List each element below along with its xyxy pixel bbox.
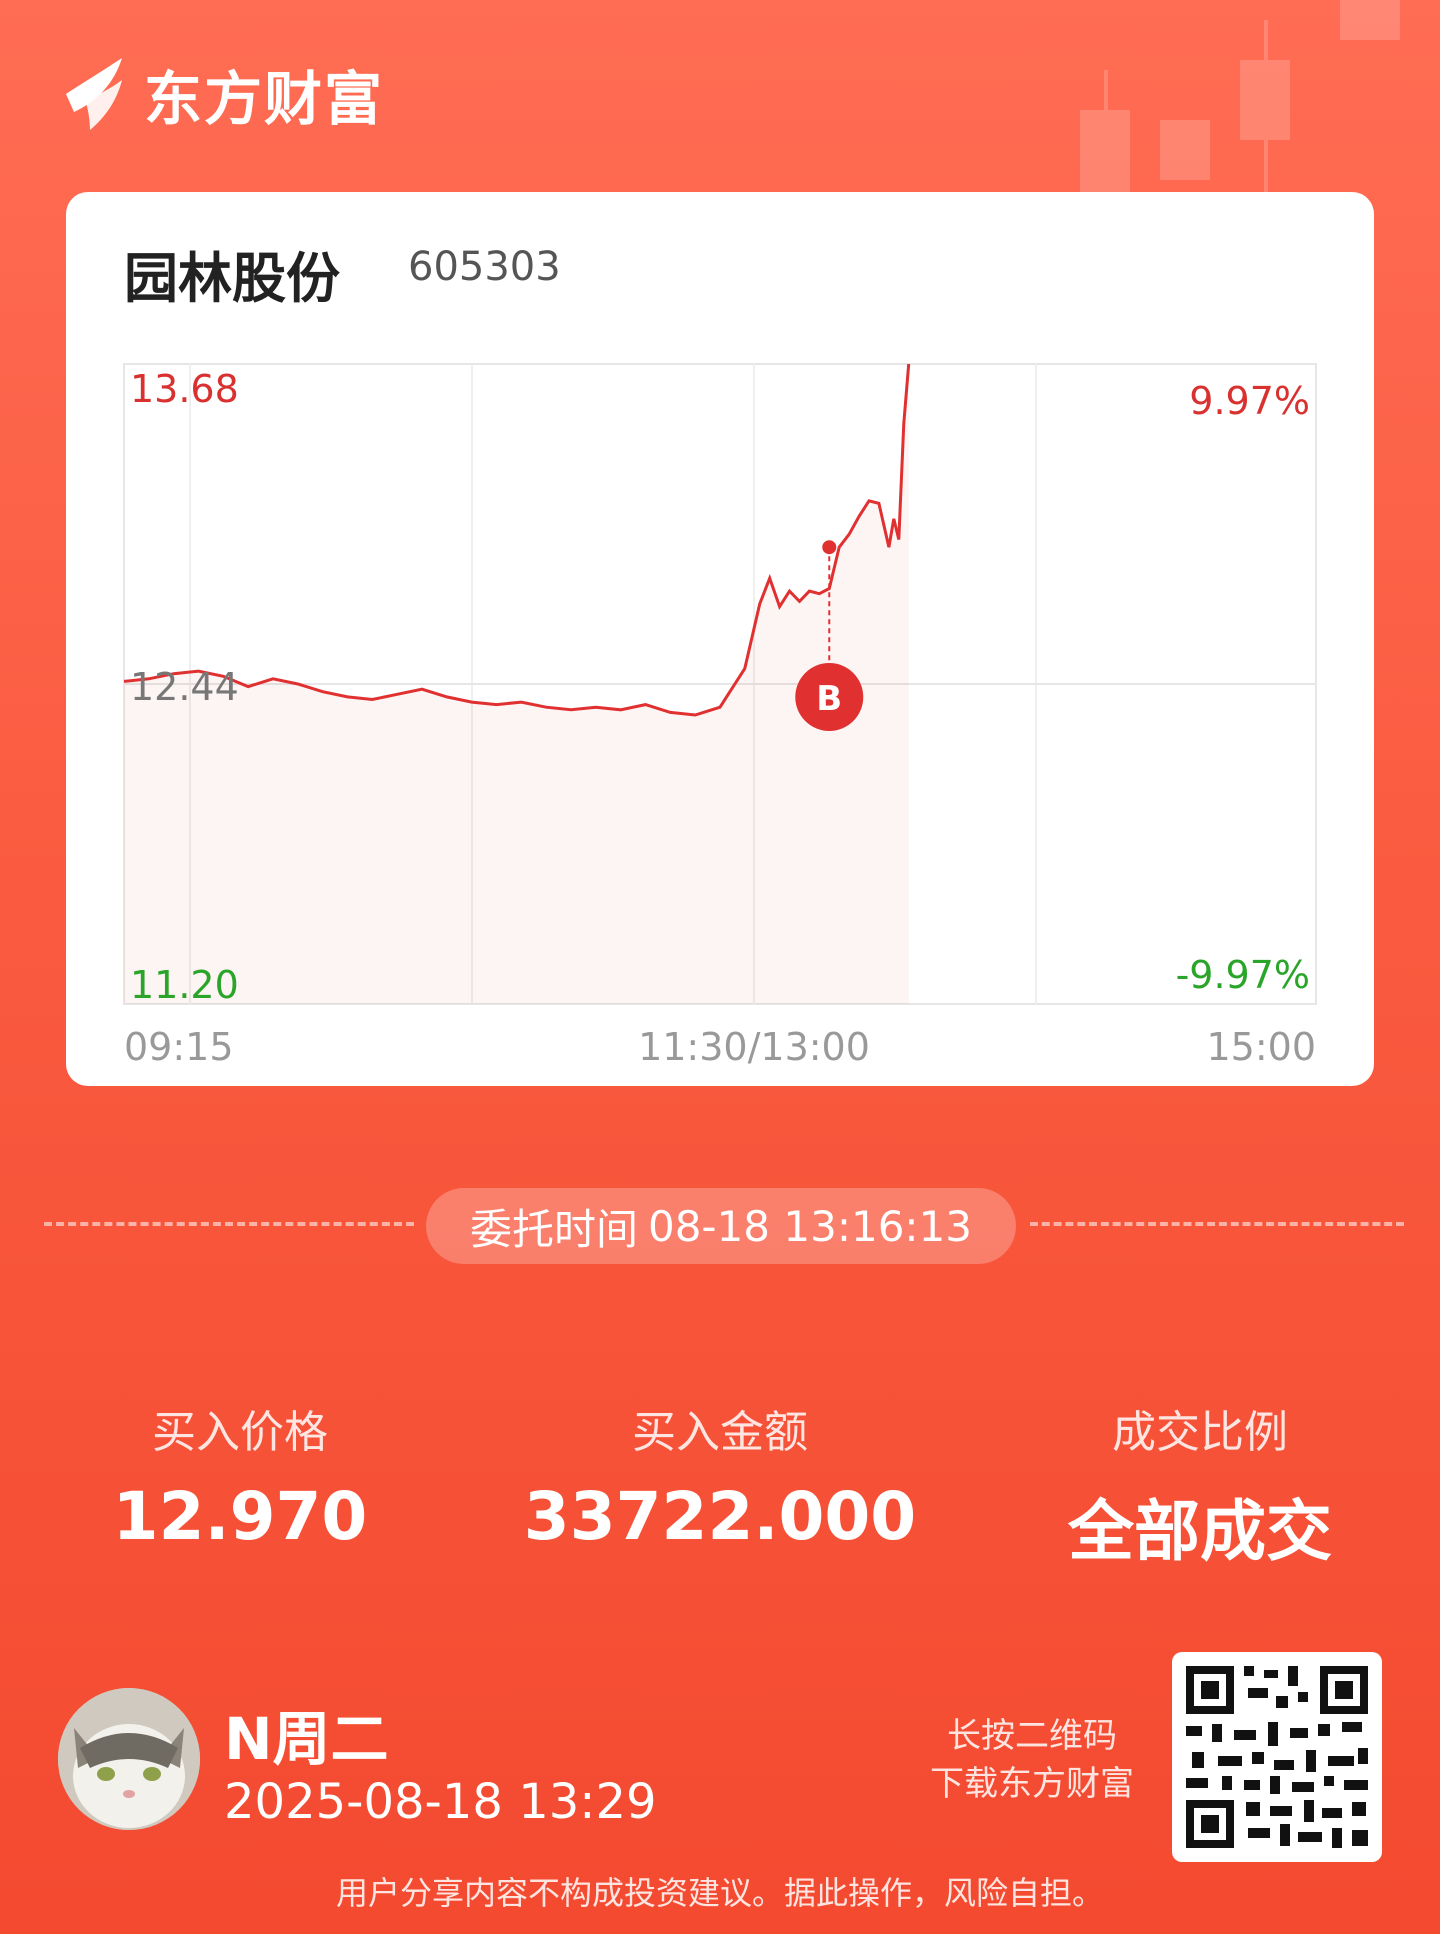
y-max-label: 13.68	[130, 367, 239, 411]
disclaimer: 用户分享内容不构成投资建议。据此操作，风险自担。	[335, 1874, 1104, 1912]
qr-hint-line1: 长按二维码	[947, 1716, 1117, 1756]
pct-bottom-label: -9.97%	[1176, 953, 1310, 997]
order-time-divider: 委托时间 08-18 13:16:13	[44, 1188, 1404, 1268]
order-time-value: 08-18 13:16:13	[647, 1201, 973, 1251]
stat-buy-price: 买入价格 12.970	[30, 1396, 450, 1555]
stat-value: 33722.000	[523, 1478, 917, 1555]
stat-buy-amount: 买入金额 33722.000	[510, 1396, 930, 1555]
order-time-label: 委托时间	[469, 1204, 638, 1254]
stock-card[interactable]: 园林股份 605303 B 13.68 12.44 11.20 9.97% -9…	[66, 192, 1374, 1086]
stat-label: 买入金额	[632, 1407, 808, 1458]
pct-top-label: 9.97%	[1189, 379, 1310, 423]
avatar[interactable]	[58, 1688, 200, 1830]
user-name: N周二	[224, 1705, 389, 1773]
stat-value: 全部成交	[1068, 1493, 1332, 1570]
stat-label: 成交比例	[1112, 1407, 1288, 1458]
qr-code-icon	[1182, 1662, 1372, 1852]
intraday-chart: B 13.68 12.44 11.20 9.97% -9.97% 09:15 1…	[123, 363, 1317, 1069]
qr-hint: 长按二维码 下载东方财富	[930, 1712, 1134, 1808]
order-time-pill: 委托时间 08-18 13:16:13	[426, 1188, 1016, 1264]
x-label-mid: 11:30/13:00	[638, 1025, 870, 1069]
qr-hint-line2: 下载东方财富	[930, 1764, 1134, 1804]
stat-label: 买入价格	[152, 1407, 328, 1458]
stat-value: 12.970	[112, 1478, 368, 1555]
share-time: 2025-08-18 13:29	[224, 1774, 657, 1830]
qr-code[interactable]	[1172, 1652, 1382, 1862]
brand-name: 东方财富	[144, 65, 385, 133]
y-min-label: 11.20	[130, 963, 239, 1007]
cat-avatar-icon	[58, 1688, 200, 1830]
dash-right	[1030, 1222, 1404, 1226]
x-label-start: 09:15	[124, 1025, 234, 1069]
stat-fill-ratio: 成交比例 全部成交	[990, 1396, 1410, 1574]
brand-flame-icon	[66, 58, 122, 130]
brand-logo: 东方财富	[56, 52, 384, 136]
dash-left	[44, 1222, 414, 1226]
y-mid-label: 12.44	[130, 665, 239, 709]
buy-marker-label: B	[816, 679, 842, 719]
x-label-end: 15:00	[1206, 1025, 1316, 1069]
